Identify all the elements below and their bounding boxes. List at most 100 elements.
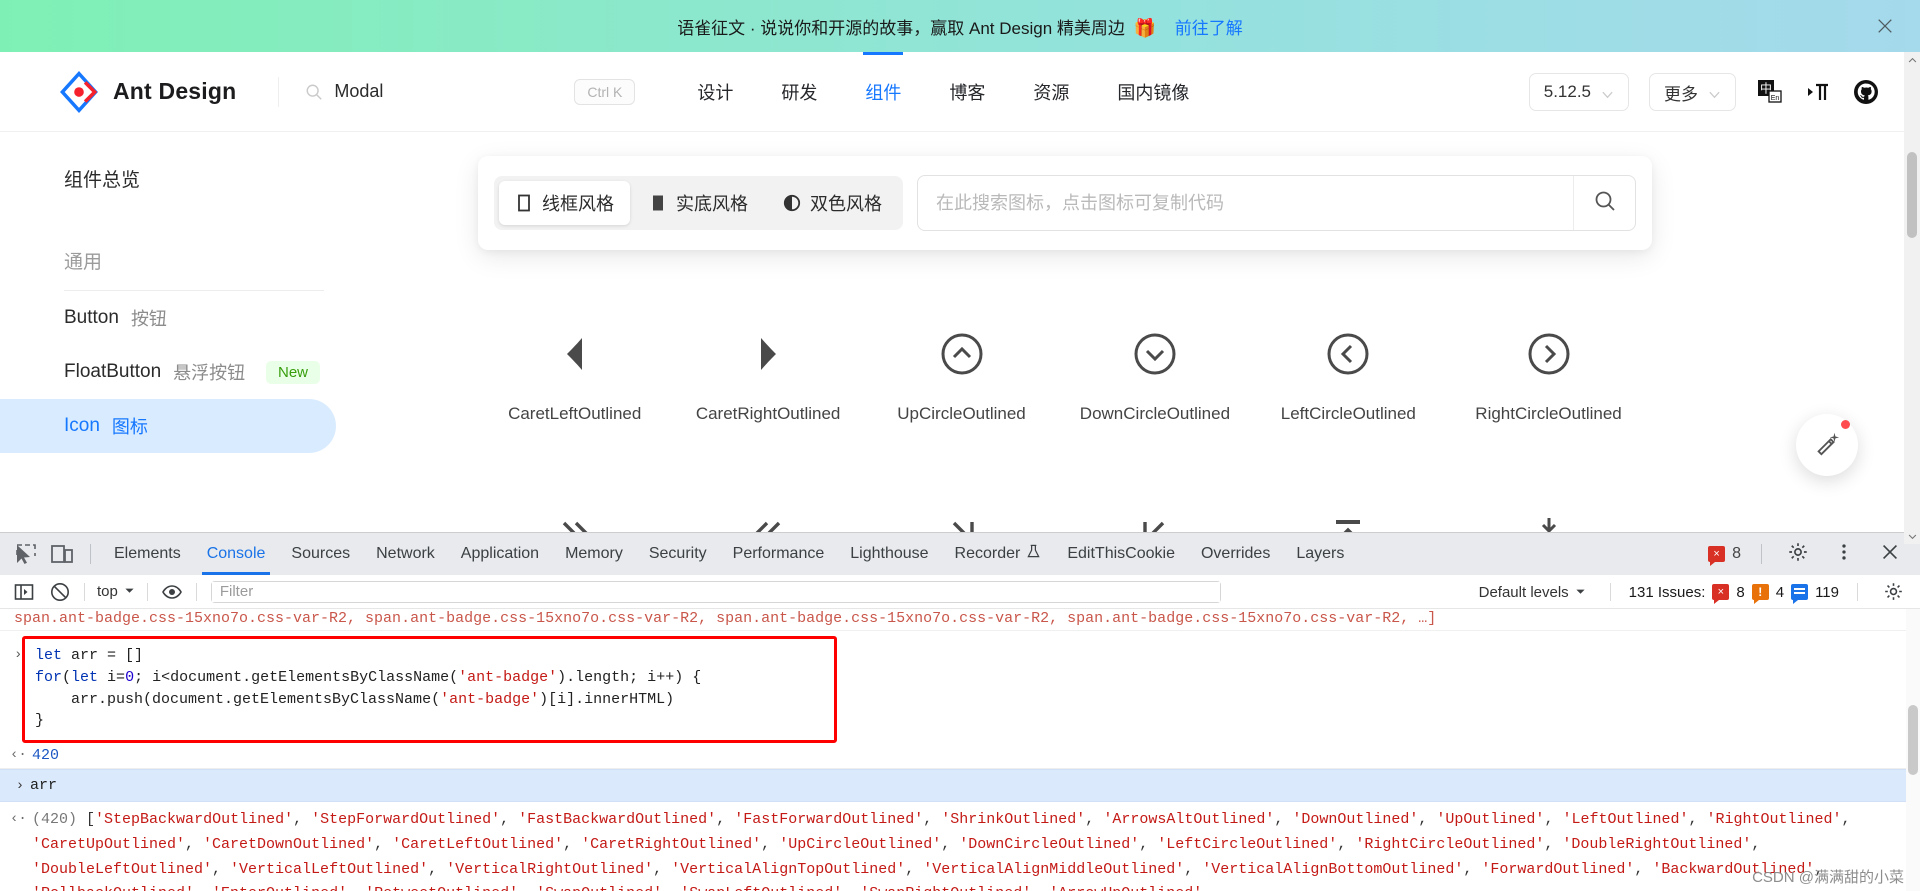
sidebar-item-label: FloatButton bbox=[64, 361, 162, 382]
icon-cell-upcircle[interactable]: UpCircleOutlined bbox=[865, 286, 1058, 468]
scroll-down-arrow-icon[interactable] bbox=[1904, 528, 1920, 544]
sidebar-item-overview[interactable]: 组件总览 bbox=[0, 156, 388, 201]
sidebar-item-label: Icon bbox=[64, 415, 100, 436]
tab-network[interactable]: Network bbox=[363, 533, 448, 575]
sidebar-item-icon[interactable]: Icon 图标 bbox=[0, 399, 336, 453]
error-count-badge[interactable]: × 8 bbox=[1708, 545, 1741, 566]
icon-style-outlined[interactable]: 线框风格 bbox=[499, 181, 630, 225]
console-filter-input[interactable] bbox=[211, 581, 1220, 602]
icon-label: UpCircleOutlined bbox=[897, 404, 1026, 423]
search-shortcut-hint: Ctrl K bbox=[574, 78, 636, 105]
tab-application[interactable]: Application bbox=[448, 533, 552, 575]
ai-assistant-float-button[interactable] bbox=[1796, 414, 1858, 476]
tab-memory[interactable]: Memory bbox=[552, 533, 636, 575]
execution-context-select[interactable]: top bbox=[91, 583, 141, 600]
clear-console-icon[interactable] bbox=[49, 581, 71, 603]
version-select[interactable]: 5.12.5 bbox=[1528, 73, 1629, 111]
tab-performance[interactable]: Performance bbox=[720, 533, 838, 575]
console-filter-input-wrap[interactable] bbox=[210, 580, 1221, 603]
tab-editthiscookie[interactable]: EditThisCookie bbox=[1054, 533, 1188, 575]
console-output[interactable]: span.ant-badge.css-15xno7o.css-var-R2, s… bbox=[0, 609, 1920, 891]
svg-text:En: En bbox=[1771, 95, 1780, 102]
icon-search-button[interactable] bbox=[1573, 176, 1635, 230]
console-filter-right: Default levels 131 Issues: × 8 ! 4 119 bbox=[1473, 575, 1912, 609]
console-input-row[interactable]: › arr bbox=[0, 769, 1920, 802]
close-icon[interactable] bbox=[1879, 541, 1905, 567]
console-result-row: ‹· 420 bbox=[0, 743, 1920, 769]
tab-overrides[interactable]: Overrides bbox=[1188, 533, 1283, 575]
icon-cell-caretright[interactable]: CaretRightOutlined bbox=[671, 286, 864, 468]
tab-elements[interactable]: Elements bbox=[101, 533, 194, 575]
github-icon[interactable] bbox=[1852, 78, 1880, 106]
version-label: 5.12.5 bbox=[1543, 82, 1591, 101]
devtools-tabbar: Elements Console Sources Network Applica… bbox=[0, 533, 1920, 575]
console-scrollbar[interactable] bbox=[1906, 609, 1920, 891]
icon-label: RightCircleOutlined bbox=[1475, 404, 1622, 423]
page-body: 组件总览 通用 Button 按钮 FloatButton 悬浮按钮 New I… bbox=[0, 132, 1920, 544]
icon-cell-rightcircle[interactable]: RightCircleOutlined bbox=[1445, 286, 1652, 468]
icon-cell-caretleft[interactable]: CaretLeftOutlined bbox=[478, 286, 671, 468]
inspect-element-icon[interactable] bbox=[13, 541, 39, 567]
console-scrollbar-thumb[interactable] bbox=[1908, 705, 1918, 775]
header-actions: 5.12.5 更多 中 En bbox=[1528, 52, 1880, 132]
sidebar-item-button[interactable]: Button 按钮 bbox=[0, 291, 336, 345]
close-icon[interactable] bbox=[1876, 17, 1894, 35]
nav-item-design[interactable]: 设计 bbox=[673, 52, 757, 132]
toolbar-divider bbox=[90, 544, 91, 564]
result-arrow-icon: ‹· bbox=[10, 811, 27, 827]
icon-search-box[interactable] bbox=[917, 175, 1636, 231]
gear-icon[interactable] bbox=[1787, 541, 1813, 567]
tab-lighthouse[interactable]: Lighthouse bbox=[837, 533, 941, 575]
icon-style-twotone[interactable]: 双色风格 bbox=[767, 181, 898, 225]
text-direction-icon[interactable] bbox=[1804, 78, 1832, 106]
tab-recorder[interactable]: Recorder bbox=[942, 533, 1055, 575]
live-expression-icon[interactable] bbox=[161, 581, 183, 603]
icon-cell-downcircle[interactable]: DownCircleOutlined bbox=[1058, 286, 1251, 468]
console-array-output[interactable]: ‹· (420) ['StepBackwardOutlined', 'StepF… bbox=[0, 802, 1920, 891]
nav-item-mirror[interactable]: 国内镜像 bbox=[1093, 52, 1213, 132]
log-levels-select[interactable]: Default levels bbox=[1473, 584, 1592, 601]
tab-console[interactable]: Console bbox=[194, 533, 279, 575]
nav-item-resources[interactable]: 资源 bbox=[1009, 52, 1093, 132]
icon-search-input[interactable] bbox=[918, 176, 1573, 230]
promo-banner-link[interactable]: 前往了解 bbox=[1175, 19, 1243, 38]
execution-context-label: top bbox=[97, 583, 118, 600]
main-nav: 设计 研发 组件 博客 资源 国内镜像 bbox=[673, 51, 1213, 132]
error-count: 8 bbox=[1732, 545, 1741, 562]
tab-layers[interactable]: Layers bbox=[1283, 533, 1357, 575]
toolbar-divider bbox=[1761, 544, 1762, 564]
promo-banner-content: 语雀征文 · 说说你和开源的故事，赢取 Ant Design 精美周边 🎁 前往… bbox=[677, 14, 1243, 39]
more-menu-button[interactable]: 更多 bbox=[1649, 73, 1736, 111]
gift-icon: 🎁 bbox=[1133, 17, 1157, 38]
components-content: CaretLeftOutlined CaretRightOutlined UpC… bbox=[388, 132, 1920, 544]
kebab-menu-icon[interactable] bbox=[1833, 541, 1859, 567]
brand-logo[interactable]: Ant Design bbox=[58, 70, 237, 113]
console-sidebar-icon[interactable] bbox=[13, 581, 35, 603]
code-line: arr.push(document.getElementsByClassName… bbox=[35, 690, 675, 708]
issues-error-count: 8 bbox=[1736, 583, 1745, 601]
issues-summary[interactable]: 131 Issues: × 8 ! 4 119 bbox=[1629, 583, 1839, 604]
sidebar-item-label-cn: 悬浮按钮 bbox=[173, 363, 246, 383]
console-input-block[interactable]: › let arr = [] for(let i=0; i<document.g… bbox=[0, 636, 1920, 743]
search-icon bbox=[1593, 189, 1617, 218]
page-scrollbar[interactable] bbox=[1904, 52, 1920, 544]
device-toolbar-icon[interactable] bbox=[49, 541, 75, 567]
filterbar-divider bbox=[146, 582, 148, 601]
nav-item-blog[interactable]: 博客 bbox=[925, 52, 1009, 132]
nav-item-components[interactable]: 组件 bbox=[841, 51, 925, 132]
icon-cell-leftcircle[interactable]: LeftCircleOutlined bbox=[1252, 286, 1445, 468]
language-switch-icon[interactable]: 中 En bbox=[1756, 78, 1784, 106]
page-scrollbar-thumb[interactable] bbox=[1907, 152, 1917, 238]
icon-style-filled[interactable]: 实底风格 bbox=[633, 181, 764, 225]
scroll-up-arrow-icon[interactable] bbox=[1904, 52, 1920, 68]
tab-sources[interactable]: Sources bbox=[278, 533, 363, 575]
global-search[interactable]: Modal Ctrl K bbox=[305, 78, 636, 105]
search-input[interactable]: Modal bbox=[334, 81, 563, 102]
tab-security[interactable]: Security bbox=[636, 533, 720, 575]
nav-item-develop[interactable]: 研发 bbox=[757, 52, 841, 132]
icon-label: DownCircleOutlined bbox=[1079, 404, 1231, 423]
console-code-input[interactable]: let arr = [] for(let i=0; i<document.get… bbox=[22, 636, 837, 743]
sidebar-item-floatbutton[interactable]: FloatButton 悬浮按钮 New bbox=[0, 345, 336, 399]
brand-name: Ant Design bbox=[113, 78, 237, 104]
gear-icon[interactable] bbox=[1883, 581, 1905, 603]
